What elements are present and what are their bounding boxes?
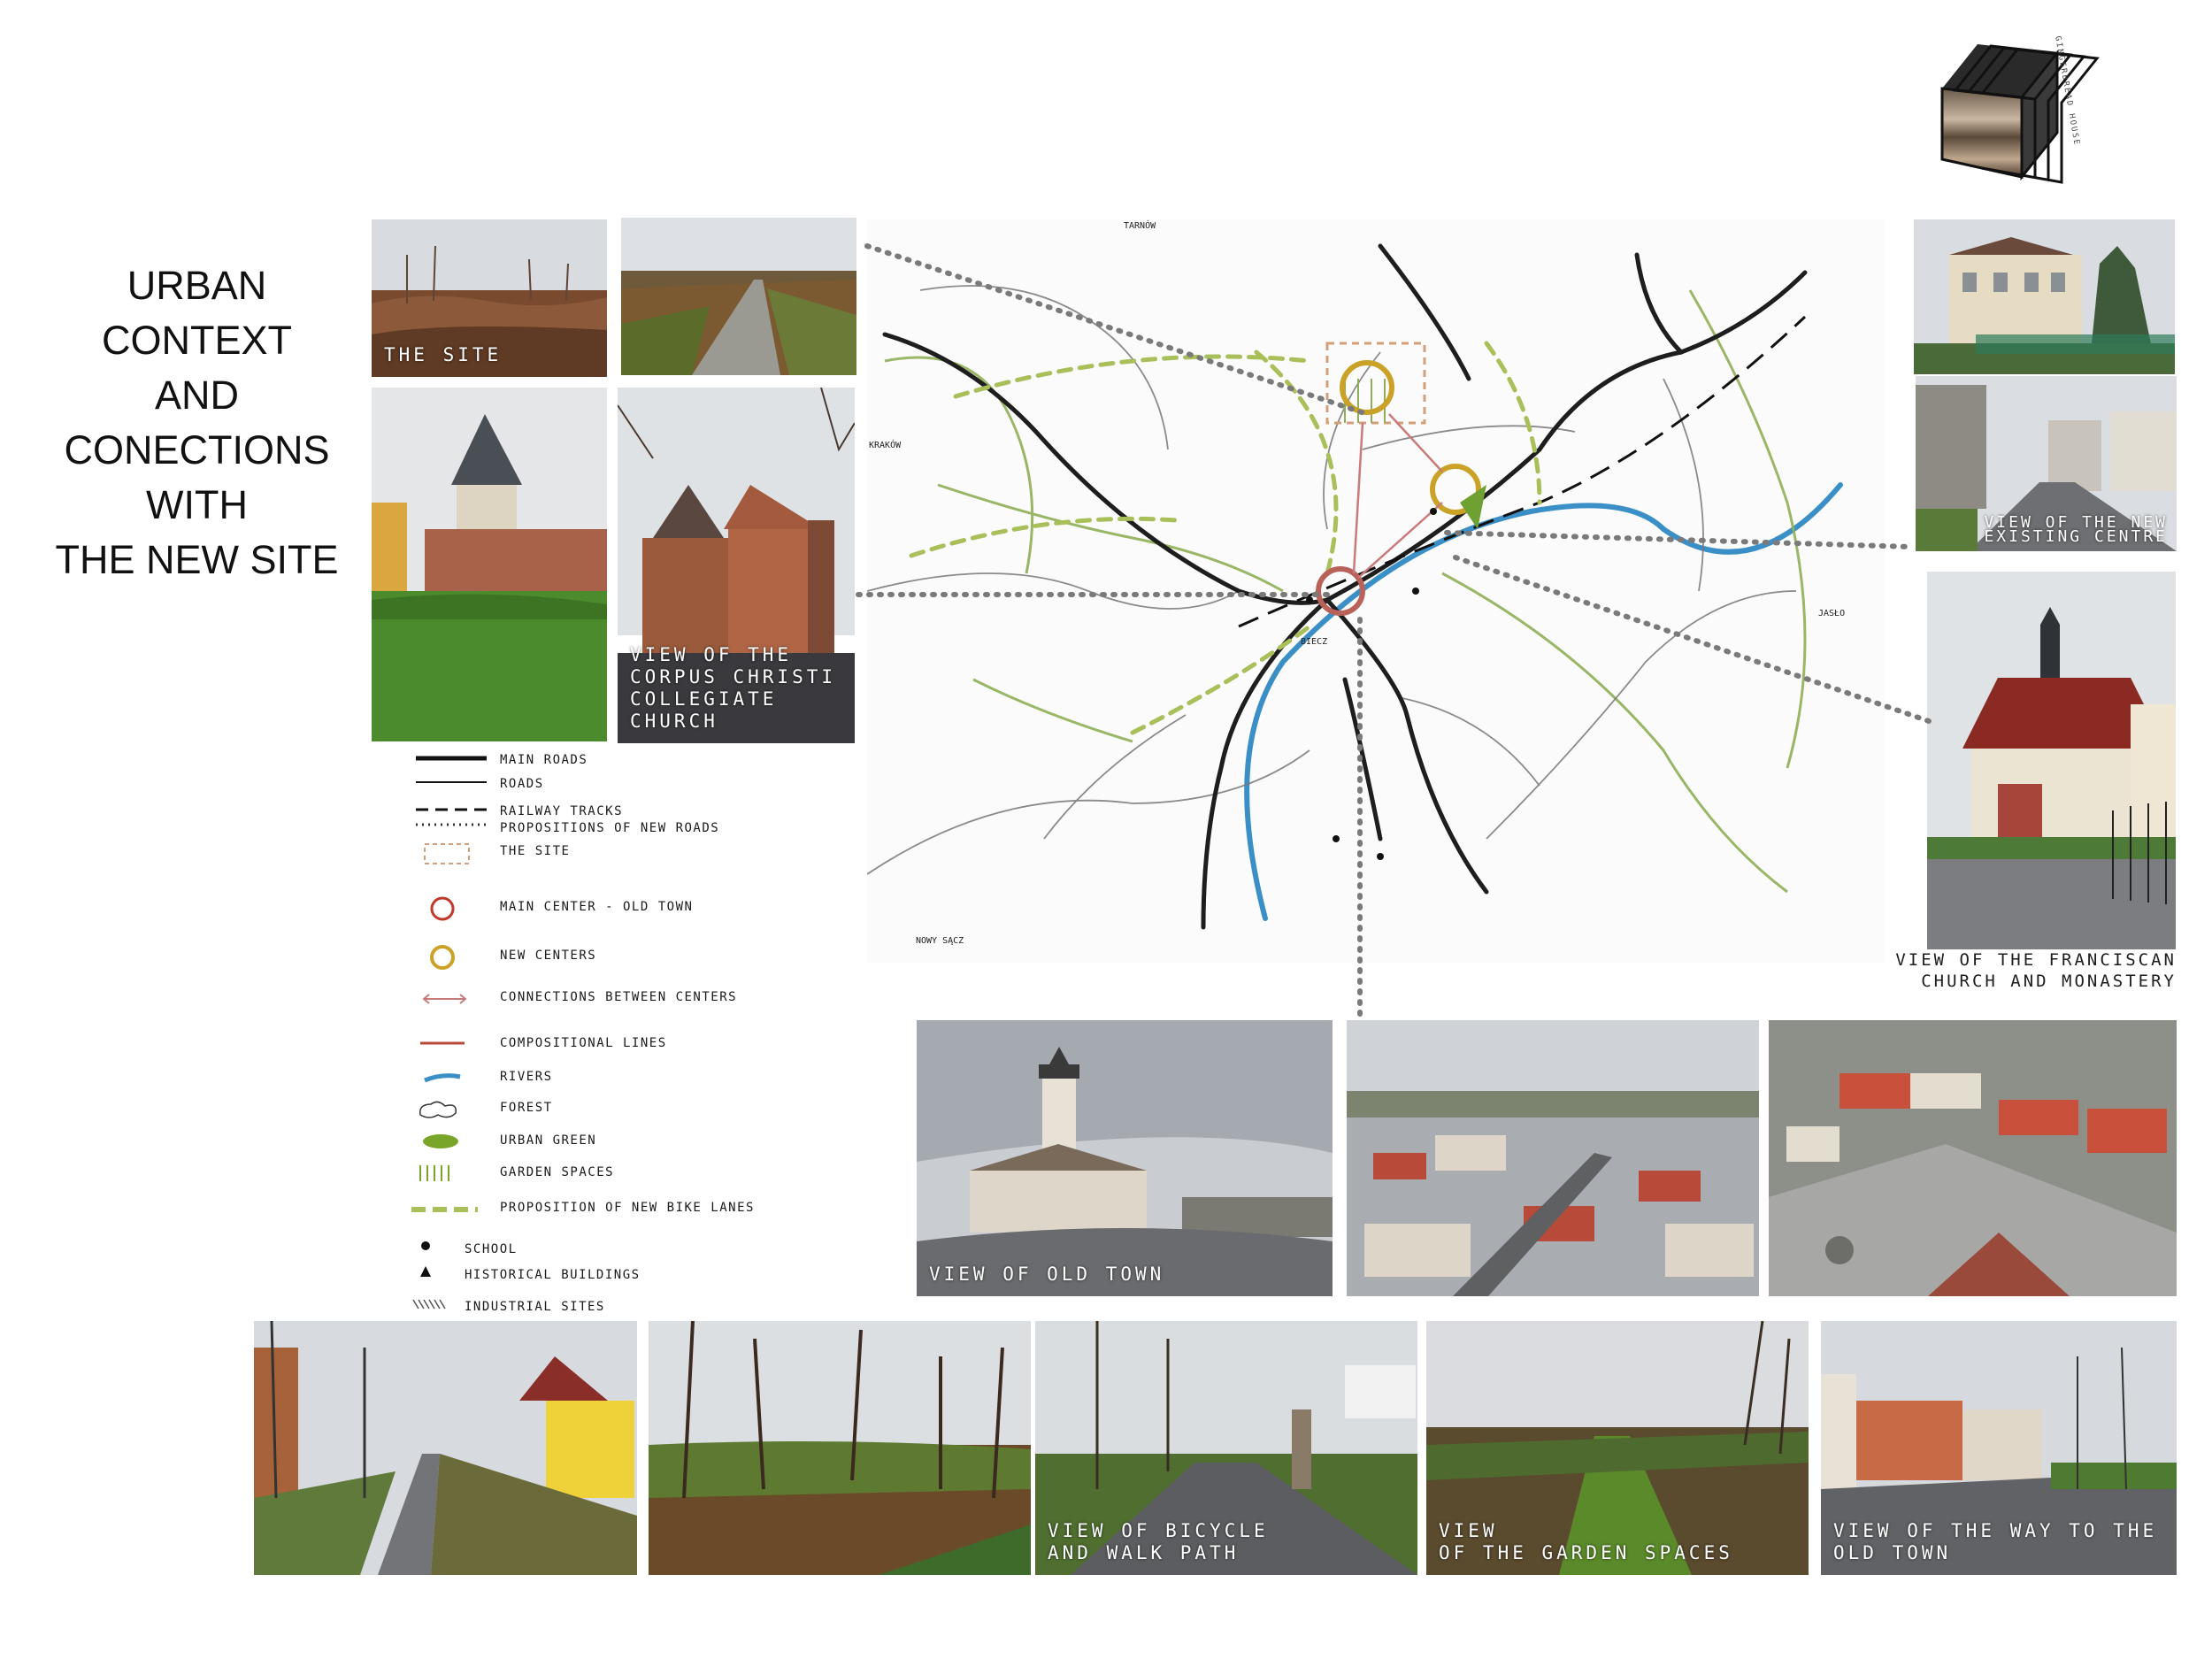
new-center-symbol bbox=[430, 945, 455, 970]
photo-caption: VIEW OF THE WAY TO THE OLD TOWN bbox=[1833, 1520, 2158, 1563]
legend-item-school: SCHOOL bbox=[411, 1239, 907, 1265]
legend-item-forest: FOREST bbox=[411, 1097, 907, 1124]
legend-label: URBAN GREEN bbox=[500, 1133, 597, 1148]
legend-label: MAIN CENTER - OLD TOWN bbox=[500, 900, 694, 914]
photo-way-to-old-town: VIEW OF THE WAY TO THE OLD TOWN bbox=[1821, 1321, 2177, 1575]
site-symbol bbox=[424, 843, 470, 864]
legend-label: GARDEN SPACES bbox=[500, 1165, 615, 1179]
page-title: URBAN CONTEXT AND CONECTIONS WITH THE NE… bbox=[55, 263, 339, 582]
map-label-north: TARNÓW bbox=[1124, 221, 1156, 231]
franciscan-caption: VIEW OF THE FRANCISCAN CHURCH AND MONAST… bbox=[1895, 950, 2177, 991]
legend-item-historical: HISTORICAL BUILDINGS bbox=[411, 1264, 907, 1291]
map-label-south: NOWY SĄCZ bbox=[916, 936, 964, 946]
photo-new-centre-house bbox=[1914, 219, 2175, 374]
garden-symbol bbox=[419, 1165, 449, 1181]
photo-village-road bbox=[254, 1321, 637, 1575]
legend-item-connections: CONNECTIONS BETWEEN CENTERS bbox=[411, 987, 907, 1013]
legend-item-industrial: INDUSTRIAL SITES bbox=[411, 1296, 907, 1323]
legend-label: CONNECTIONS BETWEEN CENTERS bbox=[500, 990, 738, 1004]
legend-item-bike-lane: PROPOSITION OF NEW BIKE LANES bbox=[411, 1197, 907, 1224]
legend-item-compositional: COMPOSITIONAL LINES bbox=[411, 1033, 907, 1059]
legend-item-main-roads: MAIN ROADS bbox=[411, 749, 907, 776]
legend-label: RIVERS bbox=[500, 1070, 553, 1084]
legend-label: PROPOSITION OF NEW BIKE LANES bbox=[500, 1201, 755, 1215]
legend-label: THE SITE bbox=[500, 844, 571, 858]
photo-franciscan-church bbox=[1927, 572, 2176, 949]
legend-label: SCHOOL bbox=[465, 1242, 518, 1256]
bike-lane-symbol bbox=[411, 1207, 478, 1212]
photo-caption: VIEW OF BICYCLE AND WALK PATH bbox=[1048, 1520, 1269, 1563]
legend-label: ROADS bbox=[500, 777, 544, 791]
legend-label: PROPOSITIONS OF NEW ROADS bbox=[500, 821, 720, 835]
photo-caption: VIEW OF THE GARDEN SPACES bbox=[1439, 1520, 1733, 1563]
legend-item-site: THE SITE bbox=[411, 841, 907, 867]
photo-aerial-square bbox=[1769, 1020, 2177, 1296]
legend-item-rivers: RIVERS bbox=[411, 1066, 907, 1093]
connection-symbol bbox=[422, 994, 467, 1004]
map-label-center: BIECZ bbox=[1301, 637, 1328, 647]
legend-item-roads: ROADS bbox=[411, 773, 907, 800]
legend-label: COMPOSITIONAL LINES bbox=[500, 1036, 667, 1050]
forest-symbol bbox=[419, 1101, 457, 1118]
legend-label: HISTORICAL BUILDINGS bbox=[465, 1268, 641, 1282]
legend-item-urban-green: URBAN GREEN bbox=[411, 1130, 907, 1156]
photo-aerial-town bbox=[1347, 1020, 1759, 1296]
legend-label: INDUSTRIAL SITES bbox=[465, 1300, 605, 1314]
photo-the-site: THE SITE bbox=[372, 219, 607, 377]
photo-castle-tower bbox=[372, 388, 607, 741]
photo-bicycle-walk-path: VIEW OF BICYCLE AND WALK PATH bbox=[1035, 1321, 1417, 1575]
photo-old-town-square: VIEW OF OLD TOWN bbox=[917, 1020, 1333, 1296]
legend-label: NEW CENTERS bbox=[500, 949, 597, 963]
legend-label: RAILWAY TRACKS bbox=[500, 804, 624, 818]
compositional-symbol bbox=[420, 1041, 465, 1045]
photo-caption: VIEW OF OLD TOWN bbox=[929, 1263, 1165, 1285]
legend-item-main-center: MAIN CENTER - OLD TOWN bbox=[411, 896, 907, 923]
main-center-symbol bbox=[430, 896, 455, 921]
main-road-symbol bbox=[416, 756, 487, 761]
photo-field-path bbox=[621, 218, 856, 375]
legend-item-garden: GARDEN SPACES bbox=[411, 1162, 907, 1188]
photo-park-trees bbox=[649, 1321, 1031, 1575]
gingerbread-house-logo: GINGERBREAD HOUSE bbox=[1924, 27, 2124, 195]
urban-green-symbol bbox=[423, 1134, 458, 1148]
photo-new-centre-street: VIEW OF THE NEW EXISTING CENTRE bbox=[1916, 376, 2177, 551]
legend-item-new-centers: NEW CENTERS bbox=[411, 945, 907, 972]
road-symbol bbox=[416, 781, 487, 783]
photo-corpus-christi-church: VIEW OF THE CORPUS CHRISTI COLLEGIATE CH… bbox=[618, 388, 855, 743]
photo-caption: VIEW OF THE CORPUS CHRISTI COLLEGIATE CH… bbox=[630, 644, 837, 732]
urban-context-map: TARNÓW KRAKÓW JASŁO NOWY SĄCZ BIECZ bbox=[866, 219, 1885, 963]
photo-caption: VIEW OF THE NEW EXISTING CENTRE bbox=[1984, 513, 2168, 546]
river-symbol bbox=[424, 1073, 461, 1083]
photo-garden-spaces: VIEW OF THE GARDEN SPACES bbox=[1426, 1321, 1809, 1575]
photo-caption: THE SITE bbox=[384, 344, 503, 365]
map-label-east: JASŁO bbox=[1818, 609, 1846, 618]
legend-label: MAIN ROADS bbox=[500, 753, 588, 767]
legend-label: FOREST bbox=[500, 1101, 553, 1115]
map-label-west: KRAKÓW bbox=[869, 441, 902, 450]
